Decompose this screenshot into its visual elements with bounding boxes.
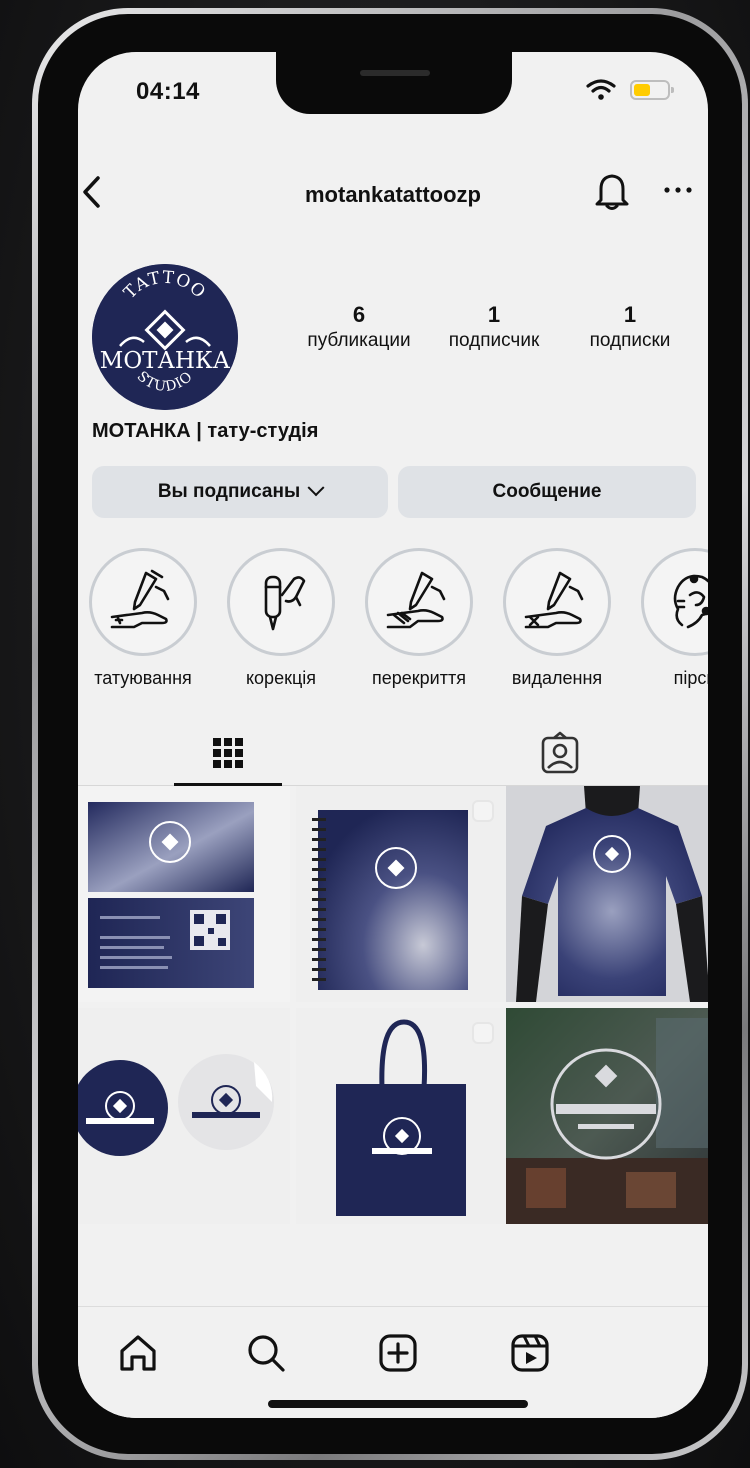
following-button-label: Вы подписаны xyxy=(157,481,301,502)
stat-following[interactable]: 1 подписки xyxy=(578,302,682,354)
highlight-label: видалення xyxy=(511,668,603,688)
tattoo-pen-icon xyxy=(264,575,306,631)
highlight-piercing[interactable]: пірси xyxy=(640,548,708,689)
phone-frame: 04:14 motankatattoozp TATTOO МОТАНКА STU… xyxy=(32,8,748,1460)
highlight-cover xyxy=(365,548,473,656)
post-thumbnail-tshirt[interactable] xyxy=(506,786,708,1002)
chevron-down-icon xyxy=(307,479,325,497)
bell-icon[interactable] xyxy=(592,170,632,212)
stat-followers-value: 1 xyxy=(487,302,501,327)
home-icon[interactable] xyxy=(114,1329,162,1377)
reels-icon[interactable] xyxy=(506,1329,554,1377)
phone-bezel: 04:14 motankatattoozp TATTOO МОТАНКА STU… xyxy=(38,14,742,1454)
highlight-cover xyxy=(89,548,197,656)
stat-following-value: 1 xyxy=(623,302,637,327)
logo-main-text: МОТАНКА xyxy=(100,348,231,374)
stat-followers[interactable]: 1 подписчик xyxy=(436,302,552,354)
ear-piercing-icon xyxy=(673,574,708,629)
business-cards-image xyxy=(88,802,254,988)
post-thumbnail-business-cards[interactable] xyxy=(78,786,290,1002)
profile-header: motankatattoozp xyxy=(78,152,708,212)
tab-tagged[interactable] xyxy=(506,728,614,786)
search-icon[interactable] xyxy=(242,1329,290,1377)
highlight-label: татуювання xyxy=(94,668,192,688)
status-time: 04:14 xyxy=(136,78,200,105)
multi-select-checkbox[interactable] xyxy=(472,1022,494,1044)
stickers-image xyxy=(78,1054,274,1156)
bottom-navigation xyxy=(78,1306,708,1418)
highlight-cover xyxy=(503,548,611,656)
tattoo-removal-icon xyxy=(524,571,584,629)
highlight-removal[interactable]: видалення xyxy=(502,548,612,689)
post-thumbnail-tote-bag[interactable] xyxy=(296,1008,508,1224)
home-indicator xyxy=(268,1400,528,1408)
profile-tabs xyxy=(78,720,708,786)
stat-posts[interactable]: 6 публикации xyxy=(300,302,418,354)
following-button[interactable]: Вы подписаны xyxy=(92,466,388,518)
highlight-cover xyxy=(641,548,708,656)
battery-icon xyxy=(630,80,674,100)
tab-posts-grid[interactable] xyxy=(174,728,282,786)
highlight-label: пірси xyxy=(673,668,708,688)
highlight-cover xyxy=(227,548,335,656)
stat-posts-label: публикации xyxy=(307,330,411,351)
profile-name: МОТАНКА | тату-студія xyxy=(92,420,319,442)
profile-avatar[interactable]: TATTOO МОТАНКА STUDIO xyxy=(92,264,238,410)
highlight-label: корекція xyxy=(245,668,317,688)
post-thumbnail-notebook[interactable] xyxy=(296,786,508,1002)
create-post-icon[interactable] xyxy=(374,1329,422,1377)
grid-icon xyxy=(213,738,243,768)
highlight-coverup[interactable]: перекриття xyxy=(364,548,474,689)
multi-select-checkbox[interactable] xyxy=(472,800,494,822)
more-options-icon[interactable] xyxy=(660,180,696,200)
post-thumbnail-window-sign[interactable] xyxy=(506,1008,708,1224)
tshirt-image xyxy=(506,786,708,1002)
posts-grid xyxy=(78,786,708,1226)
message-button-label: Сообщение xyxy=(492,481,602,502)
highlight-tattoo[interactable]: татуювання xyxy=(88,548,198,689)
notch xyxy=(276,52,512,114)
window-sign-image xyxy=(506,1008,708,1224)
highlight-label: перекриття xyxy=(372,668,466,688)
message-button[interactable]: Сообщение xyxy=(398,466,696,518)
post-thumbnail-stickers[interactable] xyxy=(78,1008,290,1224)
highlight-correction[interactable]: корекція xyxy=(226,548,336,689)
stat-following-label: подписки xyxy=(589,330,671,351)
tagged-person-icon xyxy=(541,731,579,774)
stat-posts-value: 6 xyxy=(352,302,366,327)
tattoo-coverup-icon xyxy=(386,571,446,629)
studio-logo: TATTOO МОТАНКА STUDIO xyxy=(92,264,238,410)
tattoo-machine-hand-icon xyxy=(110,569,170,629)
wifi-icon xyxy=(586,79,616,100)
stat-followers-label: подписчик xyxy=(448,330,540,351)
app-screen: 04:14 motankatattoozp TATTOO МОТАНКА STU… xyxy=(78,52,708,1418)
